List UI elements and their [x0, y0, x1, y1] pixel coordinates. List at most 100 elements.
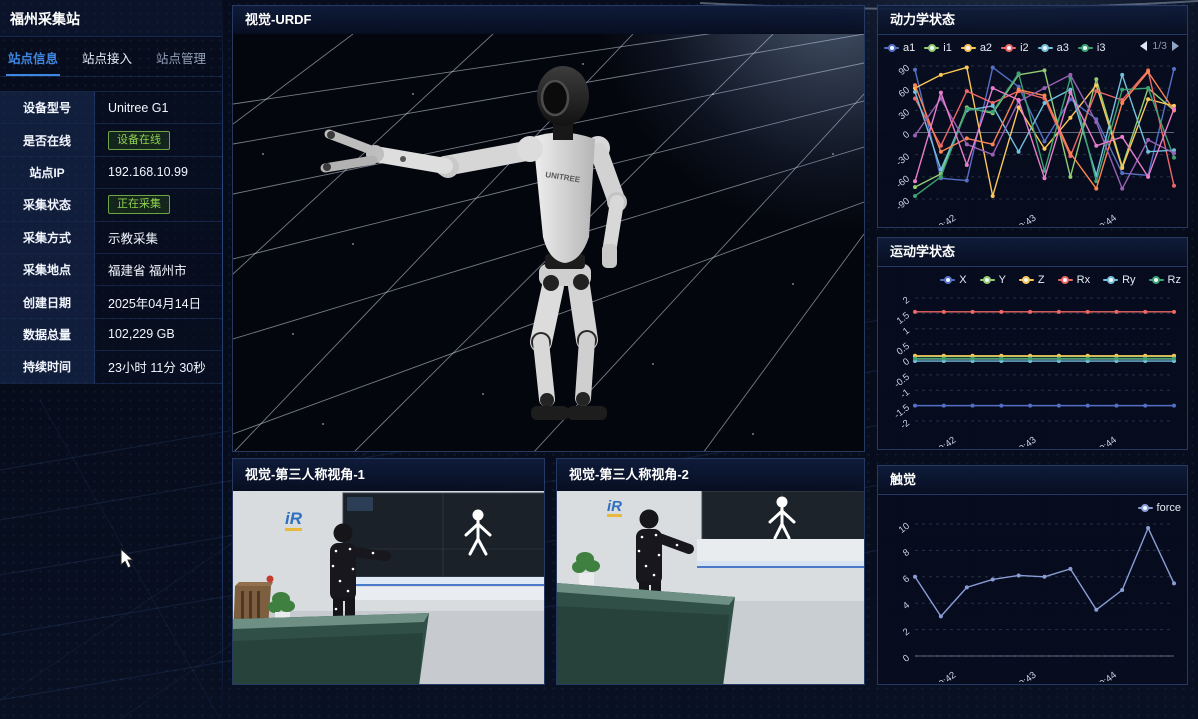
cam2-wall-logo: iR — [607, 498, 622, 515]
svg-text:4: 4 — [901, 600, 912, 612]
dynamics-legend-pager: 1/3 — [1140, 40, 1179, 52]
legend-marker-icon — [1078, 47, 1093, 49]
svg-text:8: 8 — [901, 547, 912, 559]
legend-item-a1[interactable]: a1 — [884, 42, 915, 54]
tactile-chart-canvas: 108642008:59:4208:59:4308:59:44 — [879, 516, 1188, 682]
panel-cam1-header: 视觉-第三人称视角-1 — [233, 459, 544, 492]
svg-text:08:59:43: 08:59:43 — [1003, 670, 1039, 682]
info-row: 站点IP192.168.10.99 — [0, 157, 222, 189]
cam1-scene-canvas: iR — [233, 491, 544, 684]
legend-marker-icon — [961, 47, 976, 49]
station-tabs: 站点信息 站点接入 站点管理 — [0, 37, 222, 77]
svg-text:0.5: 0.5 — [895, 341, 912, 358]
cam1-wall-logo: iR — [285, 509, 303, 528]
svg-text:90: 90 — [897, 63, 912, 78]
legend-item-Z[interactable]: Z — [1019, 274, 1045, 286]
info-value: 2025年04月14日 — [95, 286, 222, 317]
vertical-divider — [222, 0, 223, 719]
panel-urdf-header: 视觉-URDF — [233, 6, 864, 35]
svg-text:08:59:44: 08:59:44 — [1083, 213, 1119, 225]
svg-text:08:59:44: 08:59:44 — [1083, 435, 1119, 447]
legend-marker-icon — [940, 279, 955, 281]
info-row: 采集状态正在采集 — [0, 189, 222, 221]
svg-text:-30: -30 — [894, 151, 912, 168]
legend-item-a2[interactable]: a2 — [961, 42, 992, 54]
svg-text:30: 30 — [897, 107, 912, 122]
panel-urdf: 视觉-URDF — [232, 5, 865, 452]
info-row: 是否在线设备在线 — [0, 124, 222, 156]
status-badge: 设备在线 — [108, 131, 170, 150]
svg-text:08:59:43: 08:59:43 — [1003, 435, 1039, 447]
info-row: 持续时间23小时 11分 30秒 — [0, 351, 222, 383]
legend-marker-icon — [1103, 279, 1118, 281]
legend-prev-icon[interactable] — [1140, 41, 1147, 51]
svg-text:2: 2 — [901, 626, 912, 638]
legend-marker-icon — [980, 279, 995, 281]
legend-marker-icon — [1019, 279, 1034, 281]
legend-next-icon[interactable] — [1172, 41, 1179, 51]
info-row: 采集方式示教采集 — [0, 222, 222, 254]
urdf-3d-viewport[interactable]: UNITREE — [233, 34, 864, 451]
info-label: 数据总量 — [0, 319, 95, 350]
info-row: 采集地点福建省 福州市 — [0, 254, 222, 286]
panel-dynamics-title: 动力学状态 — [890, 12, 955, 27]
dynamics-legend: a1 i1 a2 i2 a3 i3 — [884, 38, 1181, 58]
info-label: 采集方式 — [0, 222, 95, 253]
info-value: 福建省 福州市 — [95, 254, 222, 285]
panel-tactile-header: 触觉 — [878, 466, 1187, 495]
panel-dynamics: 动力学状态 a1 i1 a2 i2 a3 i3 1/3 90 60 30 0 -30 -60 -90 0… — [877, 5, 1188, 228]
panel-tactile-title: 触觉 — [890, 472, 916, 487]
legend-item-X[interactable]: X — [940, 274, 966, 286]
legend-item-Rx[interactable]: Rx — [1058, 274, 1090, 286]
svg-text:08:59:42: 08:59:42 — [922, 670, 958, 682]
robot-figure: UNITREE — [323, 66, 627, 420]
svg-text:0: 0 — [901, 653, 912, 665]
legend-item-Y[interactable]: Y — [980, 274, 1006, 286]
info-value: 正在采集 — [95, 189, 222, 220]
info-label: 持续时间 — [0, 351, 95, 382]
station-info-table: 设备型号Unitree G1是否在线设备在线站点IP192.168.10.99采… — [0, 91, 222, 384]
info-row: 创建日期2025年04月14日 — [0, 286, 222, 318]
svg-text:2: 2 — [901, 295, 912, 307]
station-title: 福州采集站 — [0, 0, 222, 37]
panel-kinematics: 运动学状态 XYZRxRyRz 21.510.50-0.5-1-1.5-208:… — [877, 237, 1188, 450]
legend-item-i3[interactable]: i3 — [1078, 42, 1106, 54]
info-label: 创建日期 — [0, 286, 95, 317]
svg-text:08:59:42: 08:59:42 — [922, 435, 958, 447]
svg-text:08:59:44: 08:59:44 — [1083, 670, 1119, 682]
legend-item-Ry[interactable]: Ry — [1103, 274, 1135, 286]
svg-text:60: 60 — [897, 85, 912, 100]
info-value: 102,229 GB — [95, 319, 222, 350]
legend-marker-icon — [924, 47, 939, 49]
svg-text:1.5: 1.5 — [895, 310, 912, 327]
info-value: 23小时 11分 30秒 — [95, 351, 222, 382]
panel-cam2: 视觉-第三人称视角-2 iR — [556, 458, 865, 685]
cam2-video[interactable]: iR — [557, 491, 864, 684]
legend-item-i1[interactable]: i1 — [924, 42, 952, 54]
kinematics-legend: X Y Z Rx Ry Rz — [884, 270, 1181, 290]
legend-item-force[interactable]: force — [1138, 502, 1181, 514]
dynamics-chart-canvas: 9060300-30-60-9008:59:4208:59:4308:59:44 — [879, 58, 1188, 225]
info-label: 设备型号 — [0, 92, 95, 123]
svg-text:-0.5: -0.5 — [892, 372, 912, 391]
tactile-legend: force — [884, 498, 1181, 518]
legend-item-Rz[interactable]: Rz — [1149, 274, 1181, 286]
cam1-video[interactable]: iR — [233, 491, 544, 684]
tab-site-access[interactable]: 站点接入 — [82, 48, 132, 67]
svg-text:0: 0 — [901, 356, 912, 368]
svg-text:-60: -60 — [894, 174, 912, 191]
legend-marker-icon — [1038, 47, 1053, 49]
svg-text:08:59:42: 08:59:42 — [922, 213, 958, 225]
info-value: 示教采集 — [95, 222, 222, 253]
info-value: Unitree G1 — [95, 92, 222, 123]
tab-site-info[interactable]: 站点信息 — [8, 48, 58, 67]
legend-item-i2[interactable]: i2 — [1001, 42, 1029, 54]
tab-site-manage[interactable]: 站点管理 — [156, 48, 206, 67]
urdf-scene-canvas: UNITREE — [233, 34, 864, 451]
legend-item-a3[interactable]: a3 — [1038, 42, 1069, 54]
panel-dynamics-header: 动力学状态 — [878, 6, 1187, 35]
info-label: 站点IP — [0, 157, 95, 188]
svg-text:0: 0 — [901, 129, 912, 141]
svg-text:-90: -90 — [894, 196, 912, 213]
legend-marker-icon — [884, 47, 899, 49]
